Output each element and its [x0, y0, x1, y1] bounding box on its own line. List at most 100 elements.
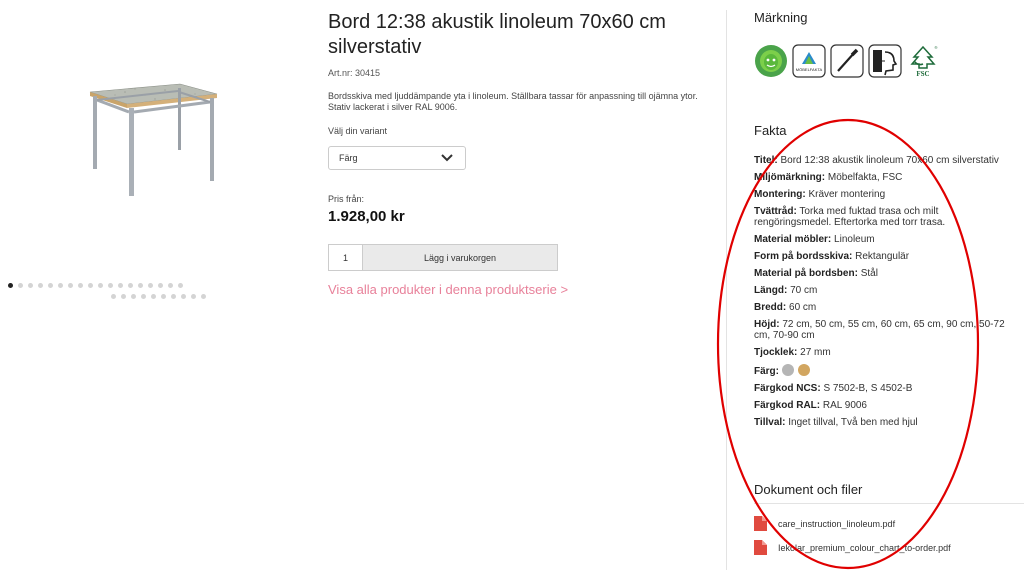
gallery-dot[interactable] — [38, 283, 43, 288]
fakta-item-value: 70 cm — [790, 285, 818, 296]
fakta-item: Färgkod NCS: S 7502-B, S 4502-B — [754, 383, 1016, 394]
gallery-dot[interactable] — [110, 294, 116, 299]
price: 1.928,00 kr — [328, 208, 405, 225]
mobelfakta-badge-icon: MÖBELFAKTA — [792, 44, 826, 78]
fakta-item-label: Tvättråd: — [754, 206, 797, 217]
product-image[interactable] — [85, 80, 225, 205]
fakta-item-value: Inget tillval, Två ben med hjul — [788, 417, 918, 428]
fakta-item: Längd: 70 cm — [754, 285, 1016, 296]
gallery-dot[interactable] — [170, 294, 176, 299]
gallery-dot[interactable] — [128, 283, 133, 288]
gallery-dots-row-1 — [8, 283, 308, 288]
fakta-item: Titel: Bord 12:38 akustik linoleum 70x60… — [754, 155, 1016, 166]
color-variant-select[interactable]: Färg — [328, 146, 466, 170]
fakta-item: Bredd: 60 cm — [754, 302, 1016, 313]
add-to-cart-row: 1 Lägg i varukorgen — [328, 244, 708, 271]
gallery-dot[interactable] — [200, 294, 206, 299]
gallery-dots — [8, 283, 308, 305]
gallery-dot[interactable] — [8, 283, 13, 288]
fakta-item-value: Möbelfakta, FSC — [827, 172, 903, 183]
gallery-dots-row-2 — [8, 294, 308, 299]
fakta-item-label: Färgkod NCS: — [754, 383, 821, 394]
fakta-item-value: S 7502-B, S 4502-B — [823, 383, 913, 394]
fakta-item: Tjocklek: 27 mm — [754, 347, 1016, 358]
fakta-item-value: Rektangulär — [855, 251, 910, 262]
gallery-dot[interactable] — [140, 294, 146, 299]
variant-label: Välj din variant — [328, 126, 388, 136]
tool-badge-icon — [830, 44, 864, 78]
gallery-dot[interactable] — [180, 294, 186, 299]
gallery-dot[interactable] — [48, 283, 53, 288]
add-to-cart-button[interactable]: Lägg i varukorgen — [362, 244, 558, 271]
fakta-item-value: 72 cm, 50 cm, 55 cm, 60 cm, 65 cm, 90 cm… — [754, 319, 1005, 341]
fakta-item-label: Montering: — [754, 189, 806, 200]
fakta-item: Tillval: Inget tillval, Två ben med hjul — [754, 417, 1016, 428]
gallery-dot[interactable] — [160, 294, 166, 299]
gallery-dot[interactable] — [178, 283, 183, 288]
documents-title: Dokument och filer — [754, 482, 863, 497]
gallery-dot[interactable] — [98, 283, 103, 288]
product-series-link[interactable]: Visa alla produkter i denna produktserie… — [328, 282, 708, 297]
gallery-dot[interactable] — [190, 294, 196, 299]
gallery-dot[interactable] — [138, 283, 143, 288]
article-number: Art.nr: 30415 — [328, 68, 381, 78]
gallery-dot[interactable] — [120, 294, 126, 299]
quantity-input[interactable]: 1 — [328, 244, 362, 271]
color-swatch[interactable] — [781, 364, 794, 376]
fakta-item-value: 27 mm — [800, 347, 831, 358]
document-filename: care_instruction_linoleum.pdf — [778, 518, 896, 529]
fakta-item: Färgkod RAL: RAL 9006 — [754, 400, 1016, 411]
fakta-item: Material på bordsben: Stål — [754, 268, 1016, 279]
fakta-item-value: RAL 9006 — [822, 400, 867, 411]
gallery-dot[interactable] — [68, 283, 73, 288]
documents-divider — [754, 503, 1024, 504]
color-swatch[interactable] — [797, 364, 810, 376]
fakta-item: Höjd: 72 cm, 50 cm, 55 cm, 60 cm, 65 cm,… — [754, 319, 1016, 341]
gallery-dot[interactable] — [168, 283, 173, 288]
fakta-item-label: Form på bordsskiva: — [754, 251, 853, 262]
fakta-item-label: Titel: — [754, 155, 778, 166]
fakta-item: Tvättråd: Torka med fuktad trasa och mil… — [754, 206, 1016, 228]
fakta-item-label: Bredd: — [754, 302, 787, 313]
mobelfakta-badge-text: MÖBELFAKTA — [796, 67, 823, 72]
gallery-dot[interactable] — [88, 283, 93, 288]
safety-certified-badge-icon — [755, 45, 787, 77]
color-variant-select-value: Färg — [339, 153, 358, 163]
gallery-dot[interactable] — [148, 283, 153, 288]
gallery-dot[interactable] — [130, 294, 136, 299]
document-link-care-instruction[interactable]: care_instruction_linoleum.pdf — [754, 516, 895, 531]
product-info: Bord 12:38 akustik linoleum 70x60 cm sil… — [328, 10, 708, 297]
marking-badges: MÖBELFAKTA FSC ® — [754, 41, 1024, 81]
fakta-item-label: Höjd: — [754, 319, 780, 330]
marking-title: Märkning — [754, 10, 808, 25]
gallery-dot[interactable] — [18, 283, 23, 288]
fakta-item-label: Miljömärkning: — [754, 172, 826, 183]
product-gallery — [0, 0, 310, 571]
fakta-item-value: Bord 12:38 akustik linoleum 70x60 cm sil… — [780, 155, 999, 166]
user-face-badge-icon — [868, 44, 902, 78]
fakta-item-label: Längd: — [754, 285, 788, 296]
fakta-list: Titel: Bord 12:38 akustik linoleum 70x60… — [754, 155, 1016, 434]
document-filename: Iekolar_premium_colour_chart_to-order.pd… — [778, 542, 951, 553]
fakta-item-value: Stål — [860, 268, 878, 279]
svg-text:®: ® — [935, 45, 938, 50]
gallery-dot[interactable] — [58, 283, 63, 288]
fsc-badge-icon: FSC ® — [910, 45, 938, 78]
product-title: Bord 12:38 akustik linoleum 70x60 cm sil… — [328, 11, 666, 58]
pdf-file-icon — [754, 540, 767, 555]
fakta-title: Fakta — [754, 123, 787, 138]
gallery-dot[interactable] — [78, 283, 83, 288]
document-link-colour-chart[interactable]: Iekolar_premium_colour_chart_to-order.pd… — [754, 540, 951, 555]
gallery-dot[interactable] — [118, 283, 123, 288]
gallery-dot[interactable] — [150, 294, 156, 299]
fakta-item-value: Linoleum — [834, 234, 875, 245]
gallery-dot[interactable] — [158, 283, 163, 288]
fakta-item: Form på bordsskiva: Rektangulär — [754, 251, 1016, 262]
product-description: Bordsskiva med ljuddämpande yta i linole… — [328, 91, 698, 112]
gallery-dot[interactable] — [28, 283, 33, 288]
price-label: Pris från: — [328, 194, 365, 204]
fakta-item: Montering: Kräver montering — [754, 189, 1016, 200]
gallery-dot[interactable] — [108, 283, 113, 288]
fakta-item-color: Färg: — [754, 364, 1016, 377]
fakta-item: Material möbler: Linoleum — [754, 234, 1016, 245]
